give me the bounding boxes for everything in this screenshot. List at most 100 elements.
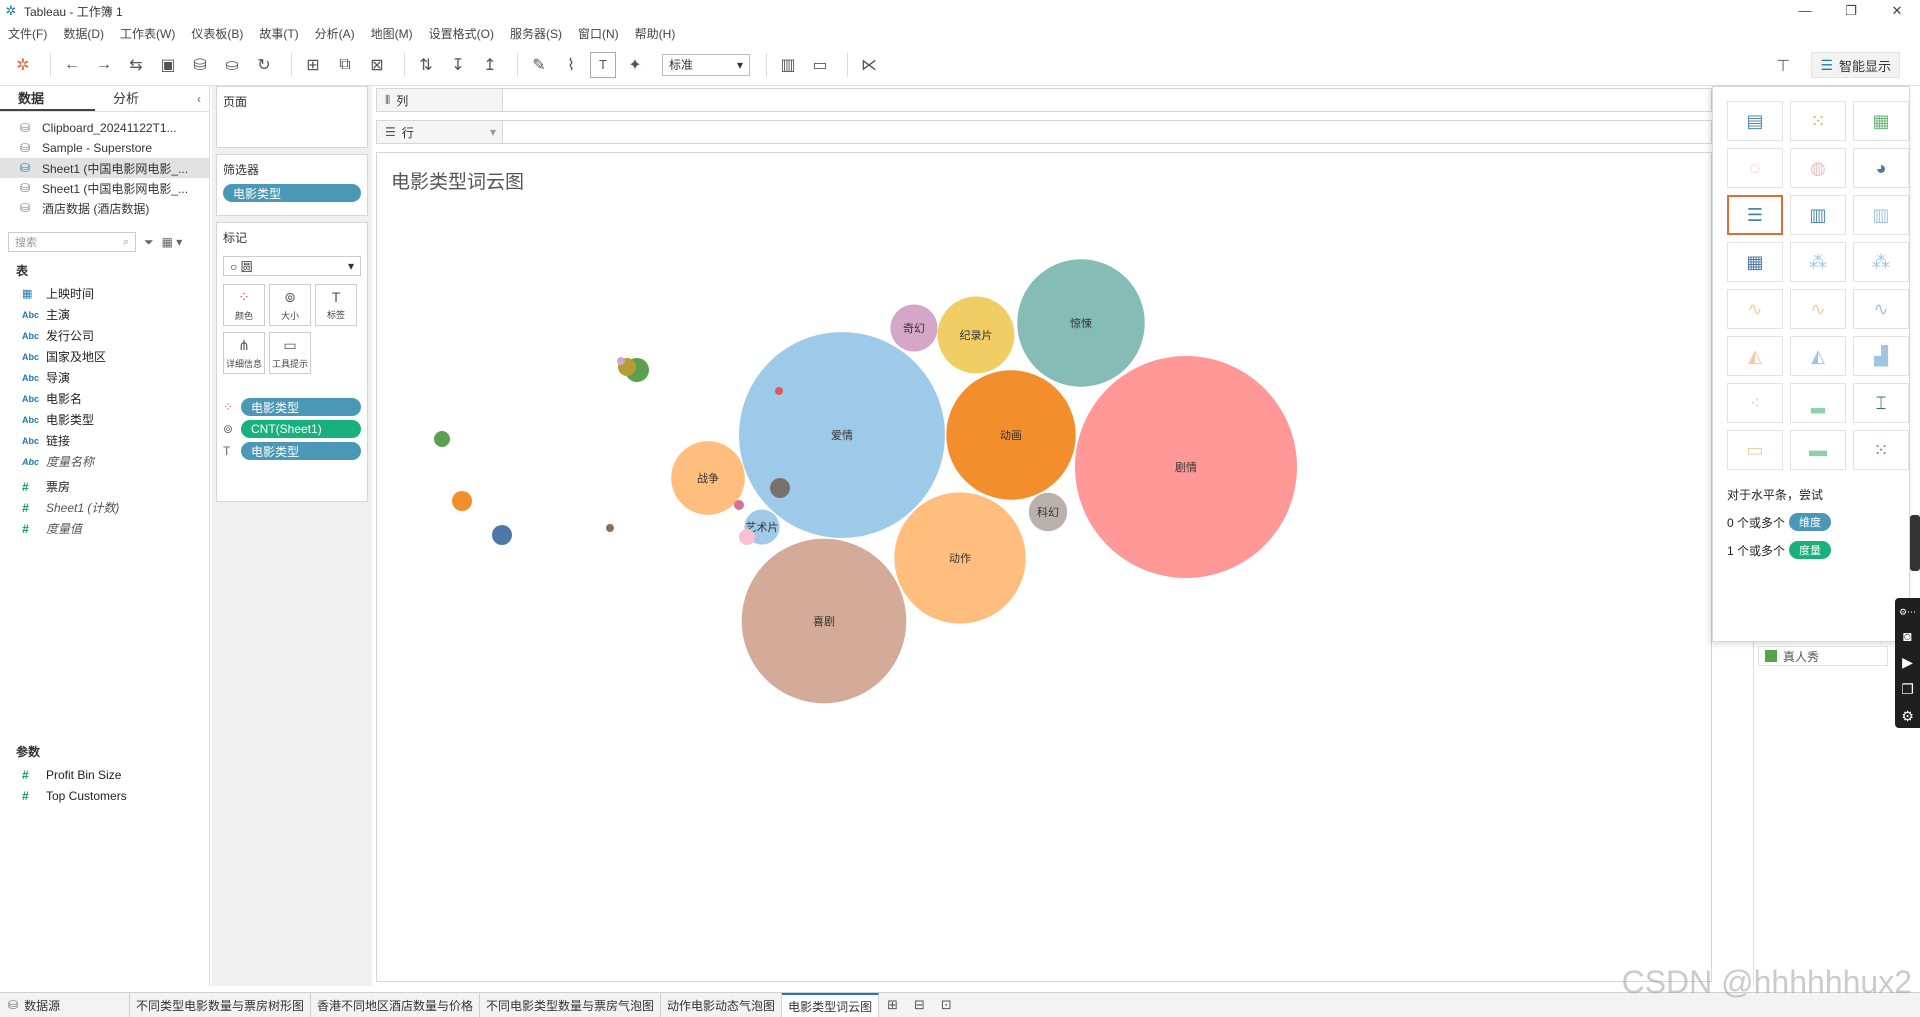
sort-ascending-icon[interactable]: ↧: [445, 52, 471, 78]
bubble-small[interactable]: [617, 357, 625, 365]
scroll-handle[interactable]: [1910, 515, 1920, 571]
bubble-mark[interactable]: 喜剧: [741, 538, 907, 704]
view-options-icon[interactable]: ▦ ▾: [162, 235, 183, 249]
symbol-map-thumb[interactable]: ◌: [1727, 148, 1783, 188]
field-item[interactable]: Abc 发行公司: [0, 325, 209, 346]
datasource-item[interactable]: ⛁ Clipboard_20241122T1...: [0, 118, 209, 138]
area-discrete-thumb[interactable]: ◭: [1790, 336, 1846, 376]
more-icon[interactable]: ⚙⋯: [1899, 607, 1916, 618]
highlight-table-thumb[interactable]: ▦: [1853, 101, 1909, 141]
video-icon[interactable]: ▶: [1902, 654, 1913, 671]
pages-card[interactable]: 页面: [216, 86, 368, 148]
tab-analysis[interactable]: 分析: [95, 86, 190, 111]
mark-pill-size[interactable]: CNT(Sheet1): [241, 420, 361, 438]
bubble-mark[interactable]: 纪录片: [937, 296, 1015, 374]
tooltip-button[interactable]: ▭ 工具提示: [269, 332, 311, 374]
line-discrete-thumb[interactable]: ∿: [1790, 289, 1846, 329]
box-plot-thumb[interactable]: ⌶: [1853, 383, 1909, 423]
bubble-mark[interactable]: 奇幻: [890, 304, 938, 352]
bubble-mark[interactable]: 动作: [894, 492, 1026, 624]
menu-dashboard[interactable]: 仪表板(B): [191, 25, 243, 42]
bubble-mark[interactable]: 剧情: [1075, 356, 1297, 578]
menu-window[interactable]: 窗口(N): [578, 25, 619, 42]
field-item[interactable]: # Sheet1 (计数): [0, 497, 209, 518]
new-story-icon[interactable]: ⊡: [933, 993, 960, 1017]
label-button[interactable]: T 标签: [315, 284, 357, 326]
horizontal-bar-thumb[interactable]: ☰: [1727, 195, 1783, 235]
bubble-chart[interactable]: 剧情爱情喜剧动画动作惊悚纪录片战争奇幻科幻艺术片: [377, 153, 1711, 981]
rows-shelf[interactable]: ☰ 行 ▾: [376, 120, 1712, 144]
menu-file[interactable]: 文件(F): [8, 25, 47, 42]
smart-show-button[interactable]: ☰ 智能显示: [1811, 52, 1900, 78]
menu-story[interactable]: 故事(T): [259, 25, 298, 42]
sort-descending-icon[interactable]: ↥: [477, 52, 503, 78]
new-worksheet-icon[interactable]: ⊞: [300, 52, 326, 78]
field-item[interactable]: Abc 电影类型: [0, 409, 209, 430]
tab-data[interactable]: 数据: [0, 86, 95, 111]
bubble-mark[interactable]: 爱情: [739, 332, 945, 538]
filter-icon[interactable]: ⏷: [144, 235, 154, 250]
menu-analysis[interactable]: 分析(A): [315, 25, 355, 42]
field-item[interactable]: Abc 主演: [0, 304, 209, 325]
datasource-tab[interactable]: ⛁ 数据源: [0, 993, 130, 1017]
field-item[interactable]: Abc 链接: [0, 430, 209, 451]
area-continuous-thumb[interactable]: ◭: [1727, 336, 1783, 376]
sheet-tab[interactable]: 动作电影动态气泡图: [661, 993, 783, 1017]
clear-sheet-icon[interactable]: ⊠: [364, 52, 390, 78]
stacked-bar-thumb[interactable]: ▥: [1790, 195, 1846, 235]
new-datasource-icon[interactable]: ⛁: [187, 52, 213, 78]
viz-view[interactable]: 电影类型词云图 剧情 爱情 喜剧 动画 动作 惊悚 纪录片 战争 奇幻 科幻 艺术片: [376, 152, 1712, 982]
gantt-thumb[interactable]: ▭: [1727, 430, 1783, 470]
pin-icon[interactable]: ⊤: [1776, 56, 1790, 76]
duplicate-sheet-icon[interactable]: ⧉: [332, 52, 358, 78]
show-labels-icon[interactable]: T: [590, 51, 616, 78]
camera-icon[interactable]: ◙: [1903, 628, 1911, 644]
tableau-home-icon[interactable]: ✲: [10, 52, 36, 78]
detail-button[interactable]: ⋔ 详细信息: [223, 332, 265, 374]
side-by-side-circle-thumb[interactable]: ⁂: [1853, 242, 1909, 282]
legend-item[interactable]: 真人秀: [1758, 646, 1888, 666]
new-worksheet-icon[interactable]: ⊞: [879, 993, 906, 1017]
sheet-tab[interactable]: 香港不同地区酒店数量与价格: [311, 993, 481, 1017]
mark-pill-label[interactable]: 电影类型: [241, 442, 361, 460]
field-item[interactable]: ▦ 上映时间: [0, 283, 209, 304]
bubble-small[interactable]: [739, 529, 755, 545]
histogram-thumb[interactable]: ▂: [1790, 383, 1846, 423]
bubble-small[interactable]: [606, 524, 614, 532]
sheet-tab[interactable]: 不同类型电影数量与票房树形图: [130, 993, 312, 1017]
bubble-small[interactable]: [734, 500, 744, 510]
bubble-small[interactable]: [492, 525, 512, 545]
field-item[interactable]: Abc 电影名: [0, 388, 209, 409]
swap-rows-columns-icon[interactable]: ⇅: [413, 52, 439, 78]
side-by-side-bar-thumb[interactable]: ▥: [1853, 195, 1909, 235]
fix-axes-icon[interactable]: ✦: [622, 52, 648, 78]
circle-view-thumb[interactable]: ⁂: [1790, 242, 1846, 282]
filter-pill[interactable]: 电影类型: [223, 184, 361, 202]
treemap-thumb[interactable]: ▦: [1727, 242, 1783, 282]
show-cards-icon[interactable]: ▥: [775, 52, 801, 78]
line-continuous-thumb[interactable]: ∿: [1727, 289, 1783, 329]
field-item[interactable]: Abc 度量名称: [0, 451, 209, 472]
bubble-small[interactable]: [770, 478, 790, 498]
dual-line-thumb[interactable]: ∿: [1853, 289, 1909, 329]
presentation-mode-icon[interactable]: ▭: [807, 52, 833, 78]
sheet-tab[interactable]: 不同电影类型数量与票房气泡图: [480, 993, 662, 1017]
redo-icon[interactable]: →: [91, 52, 117, 78]
field-item[interactable]: # 票房: [0, 476, 209, 497]
columns-shelf[interactable]: ⦀ 列: [376, 88, 1712, 112]
bubble-small[interactable]: [434, 431, 450, 447]
undo-icon[interactable]: ←: [59, 52, 85, 78]
menu-map[interactable]: 地图(M): [371, 25, 413, 42]
bubble-small[interactable]: [452, 491, 472, 511]
color-button[interactable]: ⁘ 颜色: [223, 284, 265, 326]
scatter-plot-thumb[interactable]: ⁖: [1727, 383, 1783, 423]
sheet-tab-active[interactable]: 电影类型词云图: [782, 993, 880, 1017]
close-button[interactable]: ✕: [1874, 0, 1920, 22]
mark-pill-color[interactable]: 电影类型: [241, 398, 361, 416]
heat-map-thumb[interactable]: ⁙: [1790, 101, 1846, 141]
field-item[interactable]: Abc 导演: [0, 367, 209, 388]
minimize-button[interactable]: —: [1782, 0, 1828, 22]
param-item[interactable]: # Profit Bin Size: [0, 764, 209, 785]
bubble-mark[interactable]: 动画: [946, 370, 1076, 500]
packed-bubbles-thumb[interactable]: ⁙: [1853, 430, 1909, 470]
